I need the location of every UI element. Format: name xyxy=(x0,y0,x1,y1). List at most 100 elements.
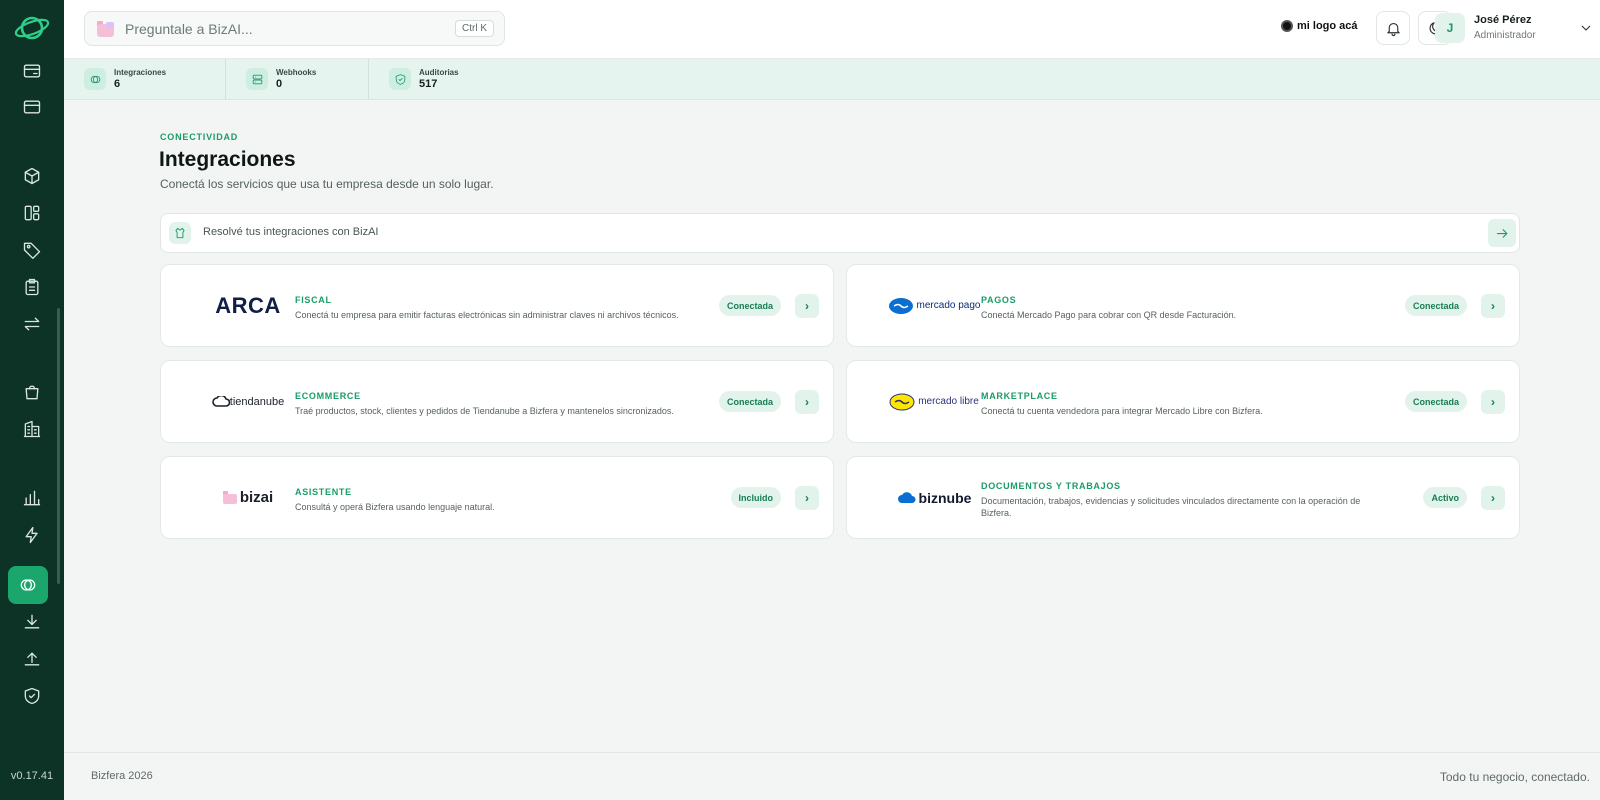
bizai-send-button[interactable] xyxy=(1488,219,1516,247)
card-description: Conectá tu cuenta vendedora para integra… xyxy=(981,406,1263,416)
sidebar-item-products[interactable] xyxy=(14,158,50,194)
building-icon xyxy=(23,420,41,438)
card-description: Conectá tu empresa para emitir facturas … xyxy=(295,310,679,320)
footer: Bizfera 2026 Todo tu negocio, conectado. xyxy=(64,752,1600,800)
status-badge: Incluido xyxy=(730,487,781,508)
page-eyebrow: CONECTIVIDAD xyxy=(160,132,239,142)
sidebar-item-catalog[interactable] xyxy=(14,195,50,231)
integration-card-tiendanube[interactable]: tiendanube ECOMMERCE Traé productos, sto… xyxy=(160,360,834,443)
status-badge: Conectada xyxy=(718,295,781,316)
bizai-prompt-bar[interactable]: Resolvé tus integraciones con BizAI xyxy=(160,213,1520,253)
upload-icon xyxy=(24,652,40,666)
avatar[interactable]: J xyxy=(1435,13,1465,43)
stat-integrations[interactable]: Integraciones 6 xyxy=(64,59,226,99)
sidebar-scrollbar[interactable] xyxy=(57,308,60,584)
card-description: Documentación, trabajos, evidencias y so… xyxy=(981,496,1361,518)
clipboard-icon xyxy=(25,278,39,296)
topbar: Preguntale a BizAI... Ctrl K mi logo acá… xyxy=(64,0,1600,59)
status-badge: Conectada xyxy=(718,391,781,412)
status-badge: Conectada xyxy=(1404,295,1467,316)
integration-card-mercado-pago[interactable]: mercado pago PAGOS Conectá Mercado Pago … xyxy=(846,264,1520,347)
sidebar-item-purchases[interactable] xyxy=(14,374,50,410)
card-open-button[interactable]: › xyxy=(1481,390,1505,414)
shield-icon xyxy=(24,687,40,705)
robot-icon xyxy=(169,222,191,244)
stat-label: Auditorias xyxy=(419,68,459,77)
status-badge: Activo xyxy=(1423,487,1467,508)
credit-card-icon xyxy=(23,100,41,114)
chevron-down-icon xyxy=(1581,25,1591,31)
cloud-icon xyxy=(897,491,916,503)
sidebar-item-transfers[interactable] xyxy=(14,306,50,342)
page-subtitle: Conectá los servicios que usa tu empresa… xyxy=(160,177,494,191)
app-logo[interactable] xyxy=(12,10,52,46)
integration-card-mercado-libre[interactable]: mercado libre MARKETPLACE Conectá tu cue… xyxy=(846,360,1520,443)
card-open-button[interactable]: › xyxy=(795,294,819,318)
stat-value: 517 xyxy=(419,78,438,90)
app-version: v0.17.41 xyxy=(10,770,54,782)
sidebar-item-security[interactable] xyxy=(14,678,50,714)
shield-check-icon xyxy=(395,73,405,85)
notifications-button[interactable] xyxy=(1376,11,1410,45)
sidebar-item-reports[interactable] xyxy=(14,480,50,516)
integration-card-bizai[interactable]: bizai ASISTENTE Consultá y operá Bizfera… xyxy=(160,456,834,539)
footer-tagline: Todo tu negocio, conectado. xyxy=(1439,770,1590,784)
tiendanube-logo: tiendanube xyxy=(187,361,309,442)
search-bar[interactable]: Preguntale a BizAI... Ctrl K xyxy=(84,11,505,46)
integration-card-biznube[interactable]: biznube DOCUMENTOS Y TRABAJOS Documentac… xyxy=(846,456,1520,539)
search-input[interactable]: Preguntale a BizAI... xyxy=(125,21,455,37)
card-description: Traé productos, stock, clientes y pedido… xyxy=(295,406,674,416)
arrow-right-icon xyxy=(1496,228,1507,238)
stats-strip: Integraciones 6 Webhooks 0 Auditorias 51… xyxy=(64,59,1600,100)
page-title: Integraciones xyxy=(159,148,296,171)
arca-logo: ARCA xyxy=(215,292,281,318)
sidebar-item-payments[interactable] xyxy=(14,89,50,125)
user-name[interactable]: José Pérez xyxy=(1474,14,1531,26)
card-category: PAGOS xyxy=(981,295,1017,305)
sidebar-item-integrations[interactable] xyxy=(8,566,48,604)
sidebar-item-export[interactable] xyxy=(14,641,50,677)
company-logo: mi logo acá xyxy=(1281,20,1358,32)
sidebar-item-automations[interactable] xyxy=(14,517,50,553)
integration-card-arca[interactable]: ARCA FISCAL Conectá tu empresa para emit… xyxy=(160,264,834,347)
mercado-libre-logo: mercado libre xyxy=(873,361,995,442)
company-logo-text: mi logo acá xyxy=(1297,20,1358,32)
link-icon xyxy=(90,75,100,83)
bar-chart-icon xyxy=(23,490,41,506)
download-icon xyxy=(24,614,40,629)
handshake-icon xyxy=(888,297,913,314)
user-menu-toggle[interactable] xyxy=(1578,20,1594,36)
card-open-button[interactable]: › xyxy=(1481,294,1505,318)
card-description: Conectá Mercado Pago para cobrar con QR … xyxy=(981,310,1237,320)
mercado-pago-logo: mercado pago xyxy=(873,265,995,346)
stat-webhooks[interactable]: Webhooks 0 xyxy=(226,59,369,99)
footer-copyright: Bizfera 2026 xyxy=(91,770,153,782)
bizai-prompt-text[interactable]: Resolvé tus integraciones con BizAI xyxy=(203,226,378,238)
user-role: Administrador xyxy=(1474,30,1536,41)
card-category: FISCAL xyxy=(295,295,332,305)
link-icon xyxy=(20,579,36,591)
bizai-icon xyxy=(97,20,114,37)
sidebar-item-prices[interactable] xyxy=(14,232,50,268)
card-open-button[interactable]: › xyxy=(1481,486,1505,510)
card-description: Consultá y operá Bizfera usando lenguaje… xyxy=(295,502,495,512)
handshake-icon xyxy=(889,393,915,410)
stat-value: 0 xyxy=(276,78,283,90)
sidebar-item-orders[interactable] xyxy=(14,269,50,305)
sidebar-item-companies[interactable] xyxy=(14,411,50,447)
card-open-button[interactable]: › xyxy=(795,486,819,510)
sidebar: v0.17.41 xyxy=(0,0,64,800)
card-category: ASISTENTE xyxy=(295,487,352,497)
card-open-button[interactable]: › xyxy=(795,390,819,414)
logo-dot-icon xyxy=(1281,20,1293,32)
sidebar-item-import[interactable] xyxy=(14,604,50,640)
stat-label: Integraciones xyxy=(114,68,167,77)
bizai-logo: bizai xyxy=(187,457,309,538)
biznube-logo: biznube xyxy=(873,457,995,538)
status-badge: Conectada xyxy=(1404,391,1467,412)
sidebar-item-invoices[interactable] xyxy=(14,53,50,89)
box-icon xyxy=(24,167,40,185)
server-icon xyxy=(252,74,262,84)
tag-icon xyxy=(23,242,41,259)
stat-audits[interactable]: Auditorias 517 xyxy=(369,59,512,99)
